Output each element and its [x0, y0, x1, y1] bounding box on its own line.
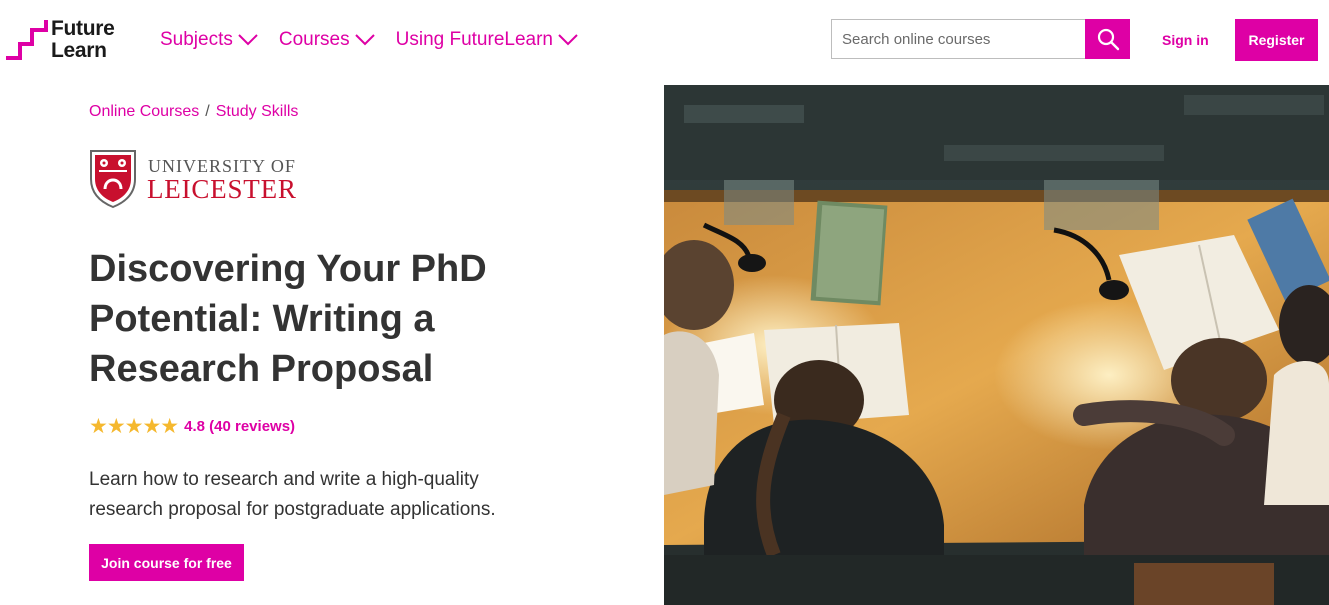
nav-courses-label: Courses: [278, 29, 350, 50]
logo-line-1: Future: [51, 17, 115, 40]
course-rating: ★★★★★ 4.8 (40 reviews): [89, 414, 295, 439]
course-title: Discovering Your PhD Potential: Writing …: [89, 248, 487, 390]
chevron-down-icon: [558, 34, 578, 46]
library-study-photo: [664, 85, 1329, 605]
chevron-down-icon: [238, 34, 258, 46]
nav-courses[interactable]: Courses: [279, 29, 376, 51]
search-icon: [1097, 28, 1119, 51]
sign-in-link[interactable]: Sign in: [1162, 32, 1209, 48]
university-name-line-2: LEICESTER: [147, 174, 297, 204]
logo-line-2: Learn: [51, 39, 107, 62]
nav-subjects[interactable]: Subjects: [160, 29, 259, 51]
main-nav: Subjects Courses Using FutureLearn: [160, 29, 579, 51]
nav-subjects-label: Subjects: [160, 29, 233, 50]
nav-using-futurelearn[interactable]: Using FutureLearn: [396, 29, 579, 51]
breadcrumb-separator: /: [205, 103, 210, 120]
nav-using-futurelearn-label: Using FutureLearn: [395, 29, 553, 50]
rating-reviews-link[interactable]: 4.8 (40 reviews): [184, 418, 295, 435]
hero-image: [664, 85, 1329, 605]
breadcrumb: Online Courses / Study Skills: [89, 103, 298, 121]
search-button[interactable]: [1085, 19, 1130, 59]
university-logo[interactable]: UNIVERSITY OF LEICESTER: [89, 149, 319, 211]
course-description: Learn how to research and write a high-q…: [89, 469, 496, 520]
search-input[interactable]: [832, 20, 1085, 58]
site-header: Future Learn Subjects Courses Using Futu…: [0, 0, 1329, 82]
futurelearn-logo-icon: [6, 20, 48, 60]
rating-stars: ★★★★★: [89, 415, 179, 438]
chevron-down-icon: [354, 34, 375, 46]
breadcrumb-online-courses[interactable]: Online Courses: [89, 103, 199, 120]
register-button[interactable]: Register: [1235, 19, 1318, 61]
leicester-shield-icon: [90, 150, 136, 209]
search-bar: [831, 19, 1130, 59]
join-course-button[interactable]: Join course for free: [89, 544, 244, 581]
futurelearn-logo[interactable]: Future Learn: [4, 18, 124, 64]
breadcrumb-study-skills[interactable]: Study Skills: [216, 103, 299, 120]
